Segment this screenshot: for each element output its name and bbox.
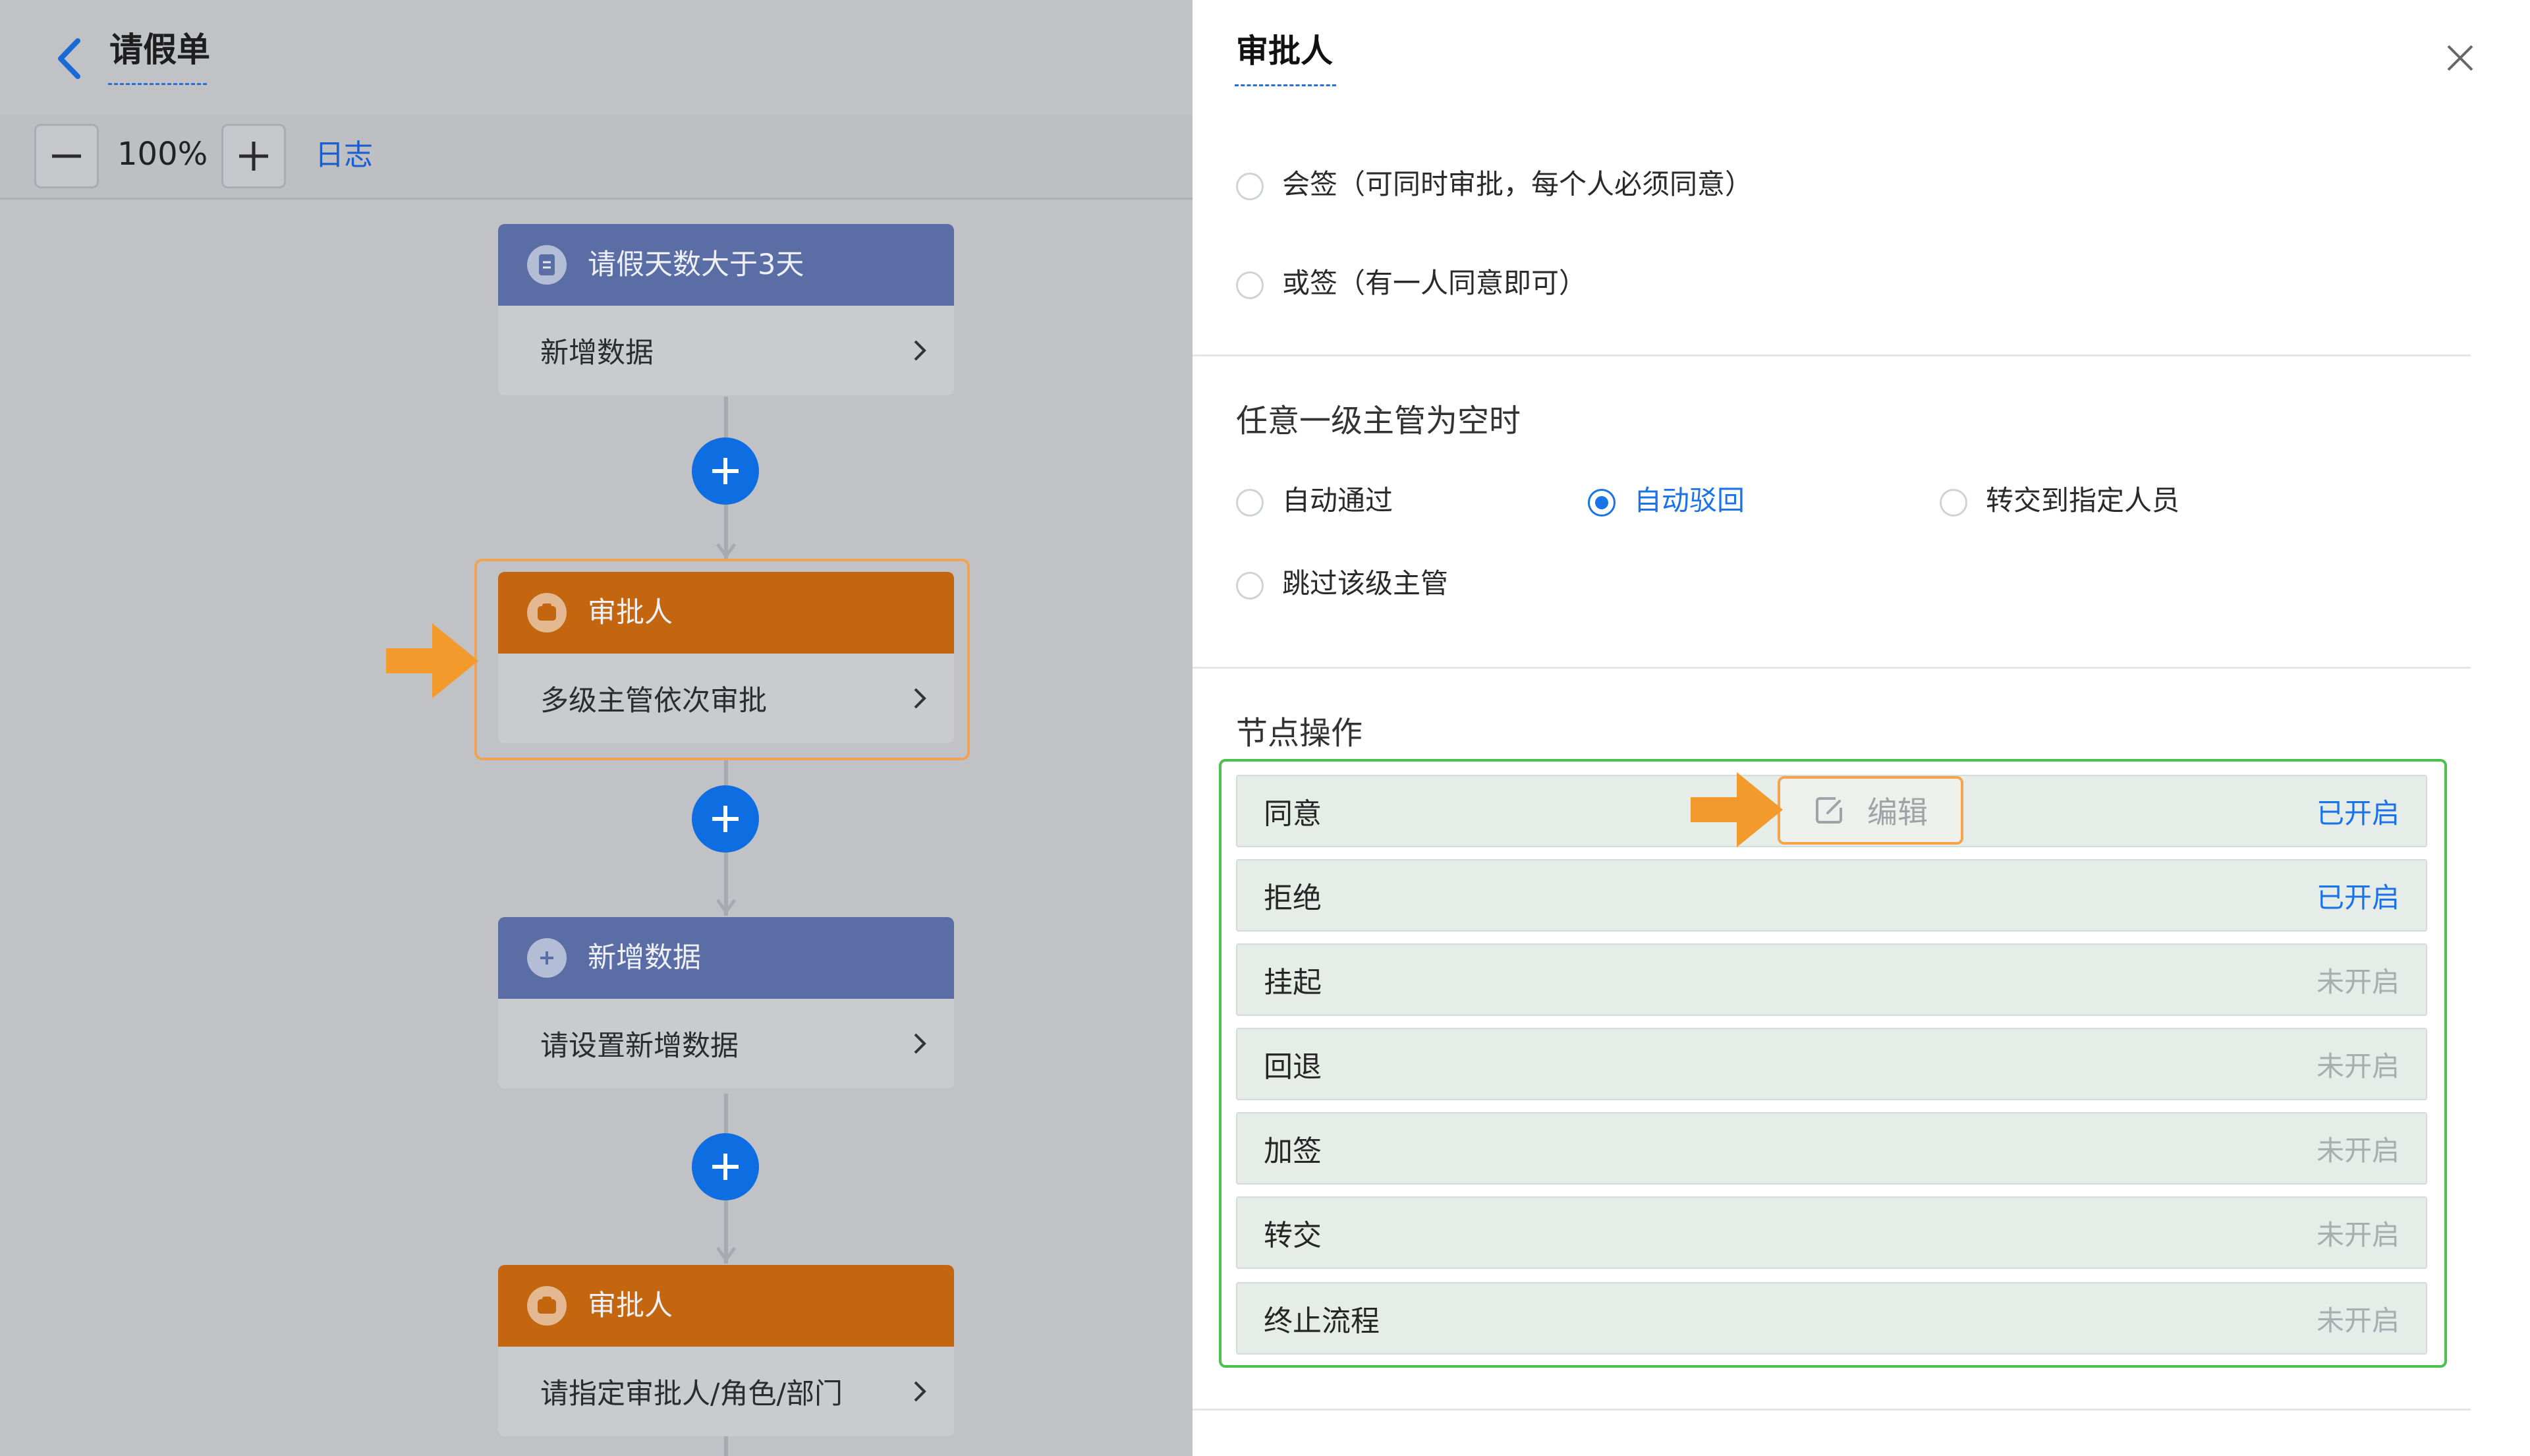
node-body[interactable]: 多级主管依次审批	[498, 654, 954, 743]
divider	[1193, 667, 2471, 669]
node-body[interactable]: 请设置新增数据	[498, 999, 954, 1088]
node-desc: 请设置新增数据	[540, 1030, 739, 1063]
panel-title: 审批人	[1236, 32, 1334, 70]
op-name: 拒绝	[1264, 882, 1322, 915]
edit-button[interactable]: 编辑	[1778, 776, 1963, 845]
radio-countersign[interactable]	[1236, 173, 1264, 200]
radio-transfer[interactable]	[1940, 489, 1967, 517]
op-name: 回退	[1264, 1050, 1322, 1084]
op-name: 加签	[1264, 1134, 1322, 1168]
radio-label: 跳过该级主管	[1282, 567, 1449, 600]
zoom-out-button[interactable]	[34, 124, 99, 188]
section-label: 任意一级主管为空时	[1236, 403, 1521, 439]
add-node-button[interactable]	[692, 785, 759, 853]
op-row-terminate[interactable]: 终止流程 未开启	[1236, 1282, 2427, 1355]
section-label: 节点操作	[1236, 715, 1363, 752]
op-row-rollback[interactable]: 回退 未开启	[1236, 1028, 2427, 1100]
arrow-down-icon	[716, 1246, 737, 1262]
flow-node-approver[interactable]: 审批人 请指定审批人/角色/部门	[498, 1265, 954, 1436]
node-header: 请假天数大于3天	[498, 224, 954, 306]
node-desc: 请指定审批人/角色/部门	[540, 1378, 843, 1411]
radio-label: 或签（有一人同意即可）	[1282, 267, 1587, 299]
radio-label: 会签（可同时审批，每个人必须同意）	[1282, 168, 1753, 200]
node-header: 审批人	[498, 1265, 954, 1347]
radio-label-selected: 自动驳回	[1634, 484, 1745, 517]
zoom-out-icon	[52, 154, 81, 158]
op-row-suspend[interactable]: 挂起 未开启	[1236, 943, 2427, 1016]
op-name: 终止流程	[1264, 1304, 1380, 1338]
chevron-right-icon	[914, 688, 926, 709]
zoom-in-icon	[239, 142, 268, 171]
edit-label: 编辑	[1867, 795, 1928, 830]
node-header: 审批人	[498, 572, 954, 654]
op-name: 同意	[1264, 797, 1322, 831]
plus-circle-icon	[527, 938, 567, 978]
back-arrow-icon[interactable]	[53, 37, 86, 80]
plus-icon	[712, 806, 739, 832]
pointer-arrow-icon	[1691, 772, 1783, 847]
node-body[interactable]: 请指定审批人/角色/部门	[498, 1347, 954, 1436]
op-status[interactable]: 未开启	[2317, 1213, 2400, 1253]
op-name: 转交	[1264, 1219, 1322, 1252]
radio-auto-pass[interactable]	[1236, 489, 1264, 517]
connector-line	[724, 1436, 728, 1456]
approver-icon	[527, 593, 567, 632]
arrow-down-icon	[716, 543, 737, 559]
app-root: 请假单 100% 日志 请假天数大于3天 新增数据 审批人 多级主管依次审批 新…	[0, 0, 2530, 1456]
pointer-arrow-icon	[386, 623, 478, 698]
radio-auto-reject[interactable]	[1588, 489, 1616, 517]
op-status[interactable]: 已开启	[2317, 791, 2400, 831]
zoom-level: 100%	[117, 136, 208, 173]
op-row-transfer[interactable]: 转交 未开启	[1236, 1196, 2427, 1269]
node-title: 审批人	[588, 1289, 673, 1322]
arrow-down-icon	[716, 899, 737, 914]
node-title: 新增数据	[588, 941, 701, 974]
chevron-right-icon	[914, 1381, 926, 1402]
divider	[1193, 354, 2471, 356]
panel-title-underline	[1235, 84, 1336, 86]
log-link[interactable]: 日志	[315, 135, 373, 176]
zoom-in-button[interactable]	[221, 124, 286, 188]
node-title: 请假天数大于3天	[588, 248, 804, 281]
node-desc: 新增数据	[540, 337, 654, 370]
op-name: 挂起	[1264, 966, 1322, 999]
node-body[interactable]: 新增数据	[498, 306, 954, 395]
plus-icon	[712, 1154, 739, 1180]
approver-icon	[527, 1286, 567, 1326]
radio-label: 自动通过	[1282, 484, 1393, 517]
op-row-reject[interactable]: 拒绝 已开启	[1236, 859, 2427, 932]
chevron-right-icon	[914, 340, 926, 361]
op-status[interactable]: 未开启	[2317, 1129, 2400, 1169]
close-icon[interactable]	[2446, 43, 2475, 72]
op-status[interactable]: 已开启	[2317, 876, 2400, 916]
op-status[interactable]: 未开启	[2317, 1299, 2400, 1339]
op-row-add-sign[interactable]: 加签 未开启	[1236, 1112, 2427, 1185]
add-node-button[interactable]	[692, 1133, 759, 1200]
radio-label: 转交到指定人员	[1986, 484, 2180, 517]
title-underline	[108, 83, 207, 85]
radio-or-sign[interactable]	[1236, 271, 1264, 299]
chevron-right-icon	[914, 1033, 926, 1054]
node-title: 审批人	[588, 596, 673, 629]
plus-icon	[712, 458, 739, 484]
divider	[1193, 1409, 2471, 1411]
add-node-button[interactable]	[692, 437, 759, 505]
op-status[interactable]: 未开启	[2317, 1044, 2400, 1084]
flow-node-trigger[interactable]: 请假天数大于3天 新增数据	[498, 224, 954, 395]
op-status[interactable]: 未开启	[2317, 960, 2400, 1000]
page-title: 请假单	[109, 31, 211, 70]
node-desc: 多级主管依次审批	[540, 685, 767, 717]
edit-icon	[1816, 797, 1842, 824]
radio-skip-level[interactable]	[1236, 572, 1264, 600]
document-icon	[527, 245, 567, 285]
node-header: 新增数据	[498, 917, 954, 999]
flow-node-add-data[interactable]: 新增数据 请设置新增数据	[498, 917, 954, 1088]
flow-node-approver[interactable]: 审批人 多级主管依次审批	[498, 572, 954, 743]
